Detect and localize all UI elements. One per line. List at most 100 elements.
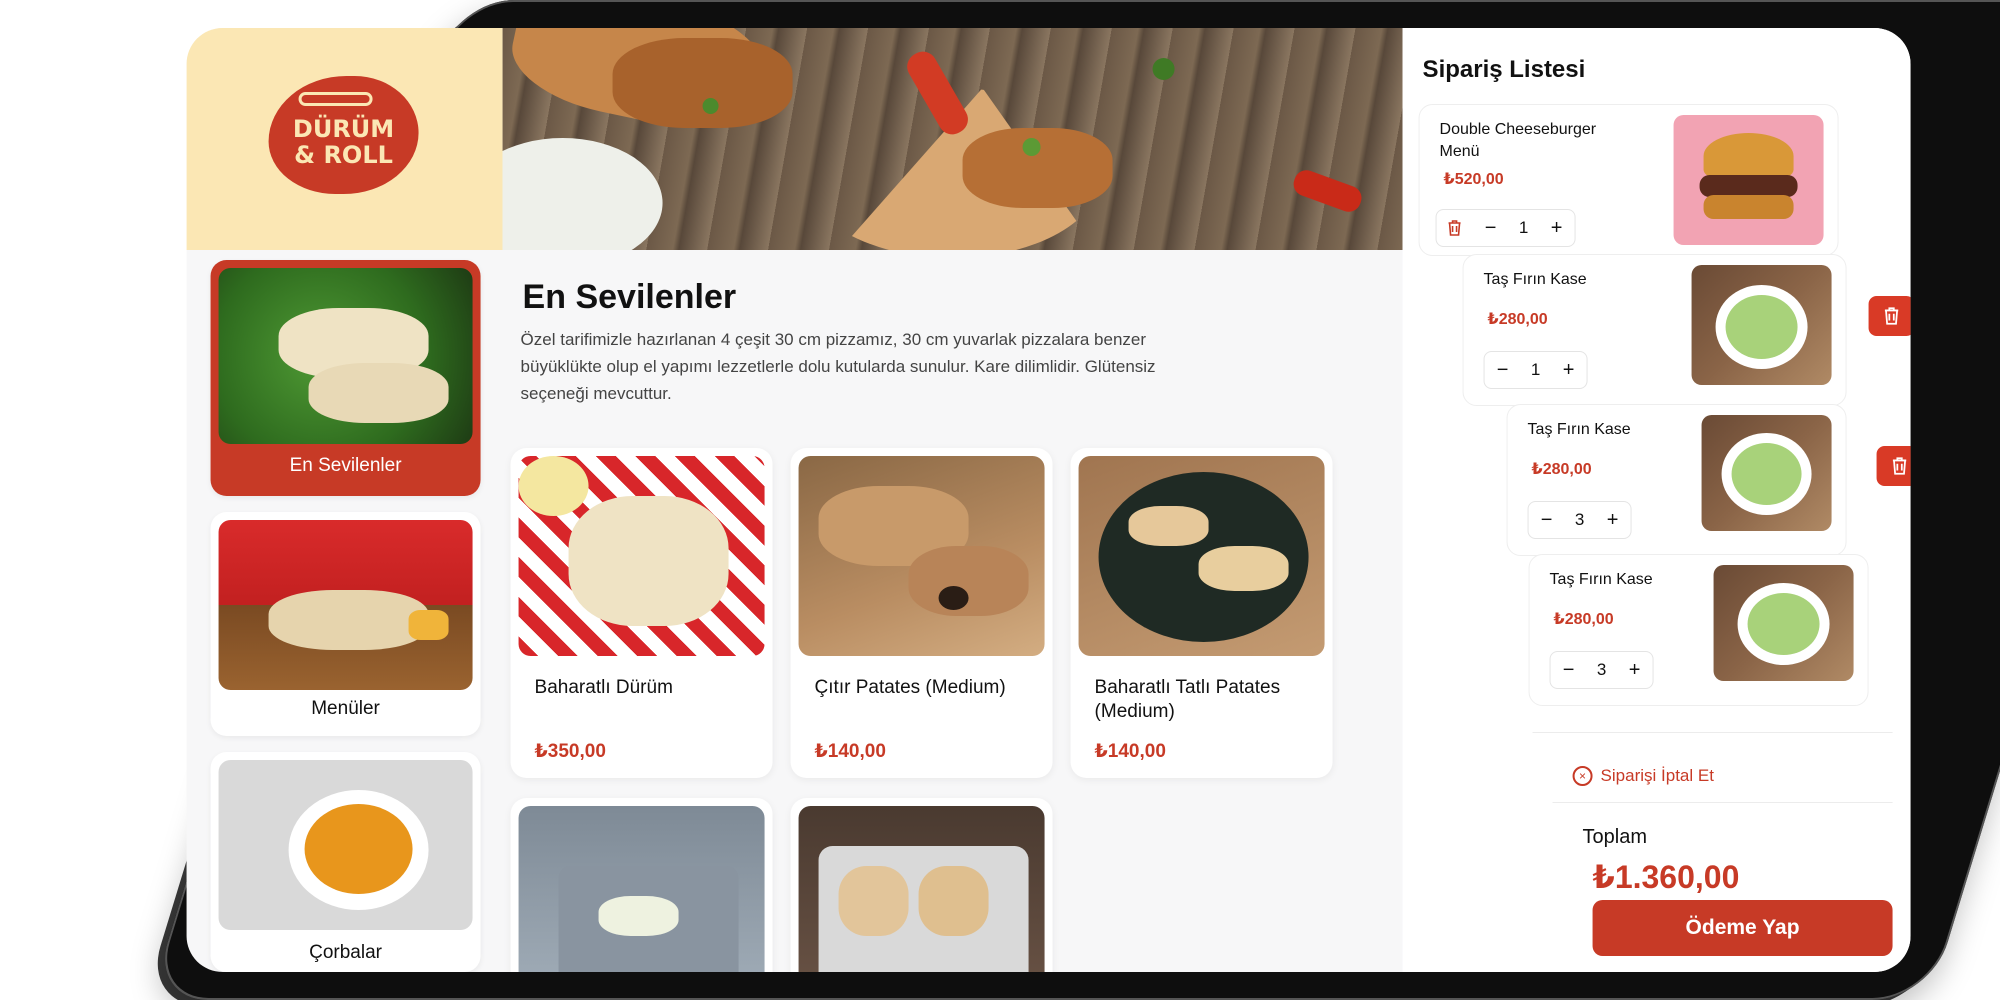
burger-bun-image xyxy=(1703,195,1794,219)
product-card[interactable]: Baharatlı Dürüm ₺350,00 xyxy=(510,448,773,778)
order-item-image xyxy=(1673,115,1824,245)
increment-button[interactable]: + xyxy=(1595,502,1631,538)
order-item: Taş Fırın Kase ₺280,00 − 3 + xyxy=(1506,404,1847,556)
quantity-stepper: − 1 + xyxy=(1435,209,1576,247)
burger-patty-image xyxy=(1699,175,1798,197)
increment-button[interactable]: + xyxy=(1539,210,1575,246)
salad-image xyxy=(1725,295,1798,359)
pay-button[interactable]: Ödeme Yap xyxy=(1592,900,1893,956)
tablet-screen: DÜRÜM & ROLL En Sevilenler Menüler Çorba… xyxy=(186,28,1911,972)
divider xyxy=(1532,732,1893,733)
category-en-sevilenler[interactable]: En Sevilenler xyxy=(210,260,481,496)
herb-image xyxy=(1152,58,1175,80)
olive-image xyxy=(938,586,969,610)
total-value: ₺1.360,00 xyxy=(1592,859,1740,895)
roll-image xyxy=(598,896,679,936)
logo-line-1: DÜRÜM xyxy=(292,115,395,143)
soup-image xyxy=(304,804,413,894)
increment-button[interactable]: + xyxy=(1617,652,1653,688)
product-image xyxy=(798,806,1045,972)
decrement-button[interactable]: − xyxy=(1529,502,1565,538)
grilled-chicken-image xyxy=(612,38,793,128)
product-image xyxy=(518,456,765,656)
herb-image xyxy=(702,98,719,114)
trash-icon xyxy=(1884,307,1899,325)
product-image xyxy=(1078,456,1325,656)
logo-line-2: & ROLL xyxy=(294,141,393,169)
order-item-price: ₺280,00 xyxy=(1531,461,1592,478)
order-item-price: ₺520,00 xyxy=(1443,171,1504,188)
product-card[interactable]: Çıtır Patates (Medium) ₺140,00 xyxy=(790,448,1053,778)
order-item: Double Cheeseburger Menü ₺520,00 − 1 + xyxy=(1418,104,1839,256)
salad-image xyxy=(1731,443,1802,505)
yogurt-bowl-image xyxy=(502,138,663,250)
decrement-button[interactable]: − xyxy=(1485,352,1521,388)
cancel-order-label: Siparişi İptal Et xyxy=(1600,766,1714,785)
order-item-name: Taş Fırın Kase xyxy=(1483,271,1587,288)
order-item-price: ₺280,00 xyxy=(1487,311,1548,328)
trash-icon xyxy=(1892,457,1907,475)
product-image xyxy=(518,806,765,972)
product-card[interactable] xyxy=(790,798,1053,972)
wrap-image xyxy=(268,590,429,650)
product-image xyxy=(798,456,1045,656)
wrap-image xyxy=(1128,506,1209,546)
product-name: Baharatlı Dürüm xyxy=(534,677,673,698)
section-title: En Sevilenler xyxy=(522,278,737,316)
divider xyxy=(1552,802,1893,803)
product-name: Baharatlı Tatlı Patates (Medium) xyxy=(1094,677,1281,722)
order-item-image xyxy=(1713,565,1854,681)
delete-button[interactable] xyxy=(1437,210,1473,246)
salad-image xyxy=(1747,593,1820,655)
category-image xyxy=(218,268,473,444)
decrement-button[interactable]: − xyxy=(1473,210,1509,246)
wrap-icon xyxy=(298,92,373,106)
wrap-image xyxy=(1198,546,1289,591)
quantity-value: 3 xyxy=(1596,660,1607,679)
order-item-name: Double Cheeseburger Menü xyxy=(1439,121,1597,160)
product-card[interactable] xyxy=(510,798,773,972)
hero-banner xyxy=(502,28,1403,250)
decrement-button[interactable]: − xyxy=(1551,652,1587,688)
taco-image xyxy=(918,866,989,936)
wrap-image xyxy=(308,363,449,423)
wrap-image xyxy=(908,546,1029,616)
logo-panel: DÜRÜM & ROLL xyxy=(186,28,503,250)
quantity-value: 3 xyxy=(1574,510,1585,529)
delete-button[interactable] xyxy=(1876,446,1911,486)
quantity-stepper: − 3 + xyxy=(1527,501,1632,539)
pepper-image xyxy=(1290,166,1365,216)
delete-button[interactable] xyxy=(1868,296,1911,336)
pepper-image xyxy=(902,46,974,140)
category-image xyxy=(218,520,473,690)
cancel-order-button[interactable]: × Siparişi İptal Et xyxy=(1572,766,1714,786)
category-menuler[interactable]: Menüler xyxy=(210,512,481,736)
brand-logo[interactable]: DÜRÜM & ROLL xyxy=(268,76,419,194)
taco-image xyxy=(838,866,909,936)
logo-text: DÜRÜM & ROLL xyxy=(292,115,395,169)
quantity-value: 1 xyxy=(1518,218,1529,237)
increment-button[interactable]: + xyxy=(1551,352,1587,388)
quantity-stepper: − 3 + xyxy=(1549,651,1654,689)
order-title: Sipariş Listesi xyxy=(1422,56,1586,83)
fries-image xyxy=(408,610,449,640)
category-image xyxy=(218,760,473,930)
total-label: Toplam xyxy=(1582,826,1648,848)
order-item: Taş Fırın Kase ₺280,00 − 1 + xyxy=(1462,254,1847,406)
order-item-name: Taş Fırın Kase xyxy=(1527,421,1631,438)
tablet-device: DÜRÜM & ROLL En Sevilenler Menüler Çorba… xyxy=(142,0,2000,1000)
product-price: ₺350,00 xyxy=(534,741,606,762)
herb-image xyxy=(1022,138,1041,156)
order-panel: Sipariş Listesi Double Cheeseburger Menü… xyxy=(1402,28,1911,972)
burger-bun-image xyxy=(1703,133,1794,179)
order-item-image xyxy=(1701,415,1832,531)
category-label: Menüler xyxy=(311,698,380,719)
quantity-stepper: − 1 + xyxy=(1483,351,1588,389)
category-corbalar[interactable]: Çorbalar xyxy=(210,752,481,972)
trash-icon xyxy=(1448,220,1461,236)
category-label: Çorbalar xyxy=(309,942,382,963)
product-card[interactable]: Baharatlı Tatlı Patates (Medium) ₺140,00 xyxy=(1070,448,1333,778)
quantity-value: 1 xyxy=(1530,360,1541,379)
close-circle-icon: × xyxy=(1572,766,1593,786)
product-name: Çıtır Patates (Medium) xyxy=(814,677,1006,698)
